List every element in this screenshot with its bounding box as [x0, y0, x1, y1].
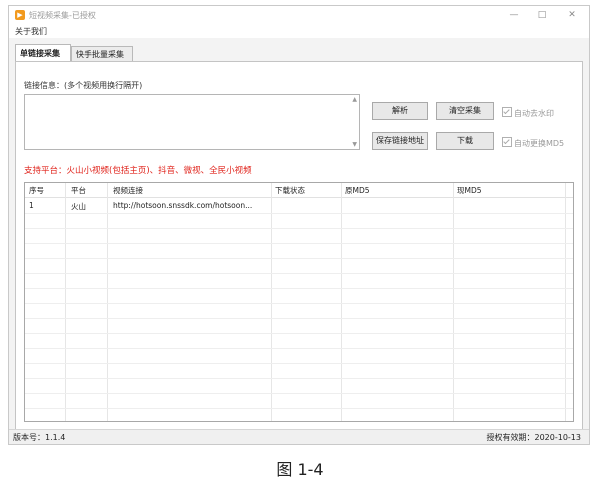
auto-watermark-label: 自动去水印: [514, 109, 554, 118]
scroll-up-icon[interactable]: ▲: [352, 96, 357, 103]
save-link-button[interactable]: 保存链接地址: [372, 132, 428, 150]
download-button[interactable]: 下载: [436, 132, 494, 150]
clear-button[interactable]: 清空采集: [436, 102, 494, 120]
app-window: ▶ 短视频采集-已授权 — □ ✕ 关于我们 单链接采集 快手批量采集 链接信息…: [8, 5, 590, 445]
window-title: 短视频采集-已授权: [29, 11, 96, 20]
header-download-status[interactable]: 下载状态: [275, 185, 305, 196]
maximize-button[interactable]: □: [531, 8, 553, 22]
support-platforms-text: 支持平台：火山小视频(包括主页)、抖音、微视、全民小视频: [24, 166, 252, 176]
parse-button[interactable]: 解析: [372, 102, 428, 120]
version-text: 版本号：1.1.4: [13, 433, 66, 442]
header-platform[interactable]: 平台: [71, 185, 86, 196]
header-index[interactable]: 序号: [29, 185, 44, 196]
link-info-label: 链接信息：(多个视频用换行隔开): [24, 81, 143, 90]
header-original-md5[interactable]: 原MD5: [345, 185, 370, 196]
auto-md5-label: 自动更换MD5: [514, 139, 565, 148]
figure-caption: 图 1-4: [276, 460, 324, 479]
tab-kuaishou-batch[interactable]: 快手批量采集: [71, 46, 133, 61]
checkbox-check-icon: [502, 107, 512, 117]
tab-panel: 链接信息：(多个视频用换行隔开) ▲ ▼ 解析 清空采集 保存链接地址 下载 自…: [15, 61, 583, 431]
auto-watermark-checkbox[interactable]: 自动去水印: [502, 107, 554, 119]
header-video-link[interactable]: 视频连接: [113, 185, 143, 196]
title-bar: ▶ 短视频采集-已授权 — □ ✕: [9, 6, 589, 24]
status-bar: 版本号：1.1.4 授权有效期：2020-10-13: [9, 429, 589, 444]
auto-md5-checkbox[interactable]: 自动更换MD5: [502, 137, 564, 149]
play-icon: ▶: [15, 10, 25, 20]
minimize-button[interactable]: —: [503, 8, 525, 22]
cell-index: 1: [29, 201, 34, 210]
checkbox-check-icon: [502, 137, 512, 147]
video-table: 序号 平台 视频连接 下载状态 原MD5 现MD5 1 火山 http://ho…: [24, 182, 574, 422]
close-button[interactable]: ✕: [561, 8, 583, 22]
menu-item-about[interactable]: 关于我们: [15, 26, 47, 37]
cell-video-link: http://hotsoon.snssdk.com/hotsoon...: [113, 201, 253, 210]
cell-platform: 火山: [71, 202, 86, 211]
link-input[interactable]: ▲ ▼: [24, 94, 360, 150]
license-expiry-text: 授权有效期：2020-10-13: [486, 433, 582, 442]
menu-bar: 关于我们: [9, 24, 589, 38]
header-current-md5[interactable]: 现MD5: [457, 185, 482, 196]
tab-single-link[interactable]: 单链接采集: [15, 44, 71, 61]
scroll-down-icon[interactable]: ▼: [352, 141, 357, 148]
